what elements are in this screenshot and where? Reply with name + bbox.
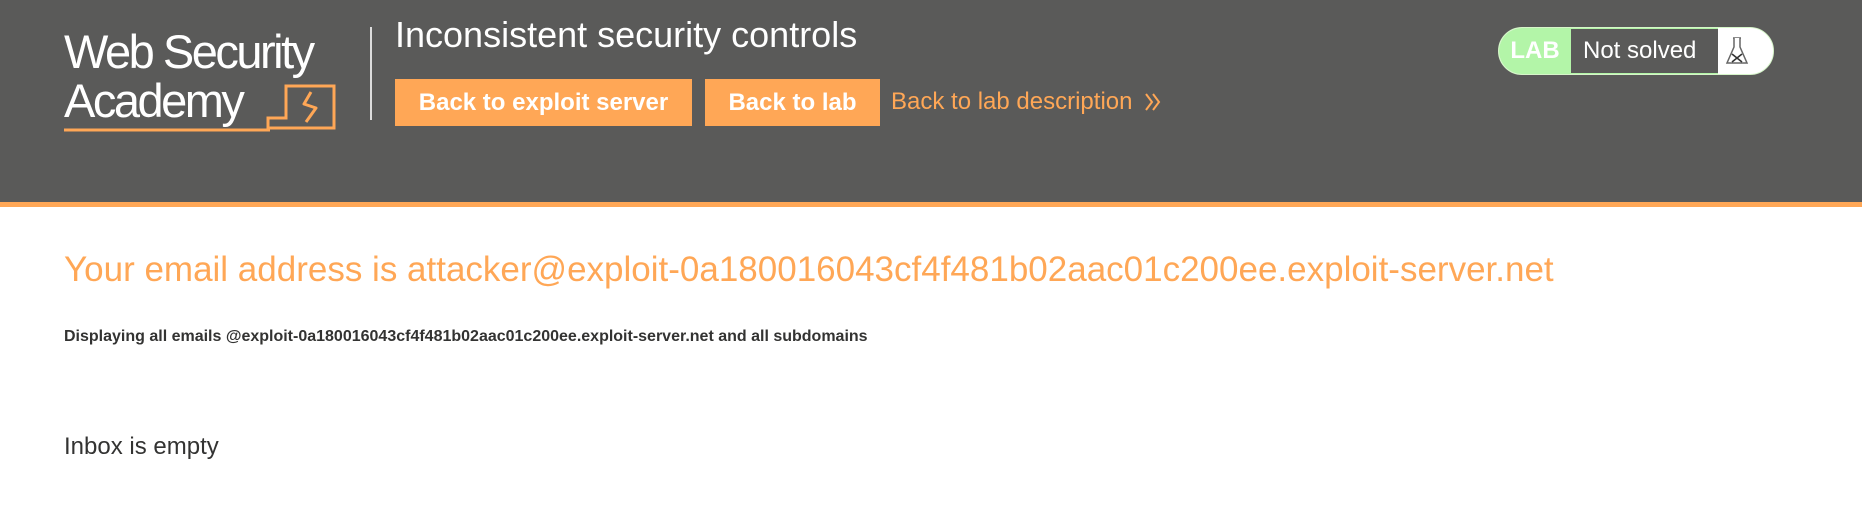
lab-status-widget: LAB Not solved (1498, 27, 1774, 75)
lab-badge: LAB (1499, 28, 1571, 74)
inbox-status: Inbox is empty (64, 433, 219, 460)
lab-status-text: Not solved (1571, 28, 1718, 74)
email-address-heading: Your email address is attacker@exploit-0… (64, 250, 1554, 289)
svg-text:Web Security: Web Security (64, 25, 316, 78)
email-filter-note: Displaying all emails @exploit-0a1800160… (64, 328, 868, 345)
back-to-exploit-server-button[interactable]: Back to exploit server (395, 79, 692, 126)
svg-text:Academy: Academy (64, 74, 245, 127)
back-to-lab-description-label: Back to lab description (891, 88, 1133, 115)
flask-icon (1718, 28, 1773, 74)
page-header: Web Security Academy Inconsistent securi… (0, 0, 1862, 207)
logo-divider (370, 27, 372, 120)
double-chevron-right-icon (1145, 93, 1161, 111)
logo-mark: Web Security Academy (64, 25, 336, 132)
web-security-academy-logo[interactable]: Web Security Academy (64, 24, 374, 136)
back-to-lab-button[interactable]: Back to lab (705, 79, 880, 126)
back-to-lab-description-link[interactable]: Back to lab description (891, 88, 1162, 116)
lab-title: Inconsistent security controls (395, 14, 858, 55)
